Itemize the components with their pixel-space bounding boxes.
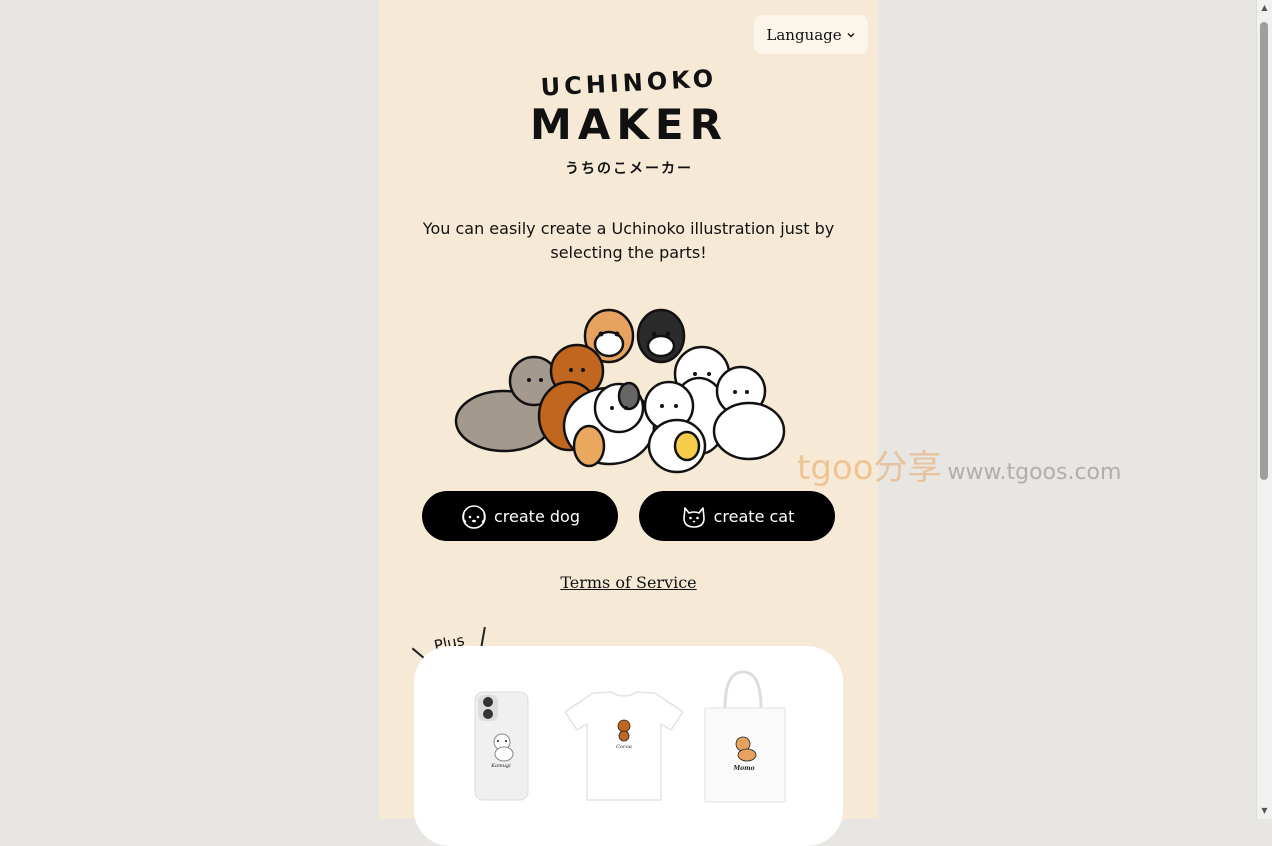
watermark-brand: tgoo分享 [797,448,942,488]
logo-line3: うちのこメーカー [565,161,693,177]
create-dog-label: create dog [494,506,580,526]
t-shirt-item[interactable]: Cocoa [563,668,685,803]
logo-line2: MAKER [530,100,728,149]
create-cat-label: create cat [713,506,795,526]
watermark: tgoo分享 www.tgoos.com [797,440,1121,489]
watermark-url: www.tgoos.com [947,460,1122,485]
language-label: Language [766,25,842,44]
scroll-up-arrow-icon[interactable]: ▲ [1259,3,1270,13]
language-dropdown[interactable]: Language [754,15,868,54]
terms-of-service-link[interactable]: Terms of Service [379,573,878,592]
tote-bag-item[interactable]: Momo [703,668,787,803]
t-shirt-pet-name: Cocoa [616,744,632,750]
main-page: Language UCHINOKO MAKER うちのこメーカー You can… [379,0,878,846]
dog-face-icon [462,505,486,529]
tagline: You can easily create a Uchinoko illustr… [422,219,835,262]
pets-group-illustration [454,308,786,474]
cat-face-icon [682,507,705,528]
tote-bag-pet-name: Momo [733,765,755,772]
create-dog-button[interactable]: create dog [422,491,618,541]
vertical-scrollbar[interactable]: ▲ ▼ [1256,0,1272,819]
phone-case-pet-name: Kamugi [490,763,511,769]
logo-line1: UCHINOKO [540,64,718,101]
scroll-down-arrow-icon[interactable]: ▼ [1259,806,1270,816]
phone-case-item[interactable]: Kamugi [474,668,529,803]
create-cat-button[interactable]: create cat [639,491,835,541]
scroll-thumb[interactable] [1260,22,1268,480]
app-logo: UCHINOKO MAKER うちのこメーカー [509,55,749,180]
chevron-down-icon [847,32,855,37]
